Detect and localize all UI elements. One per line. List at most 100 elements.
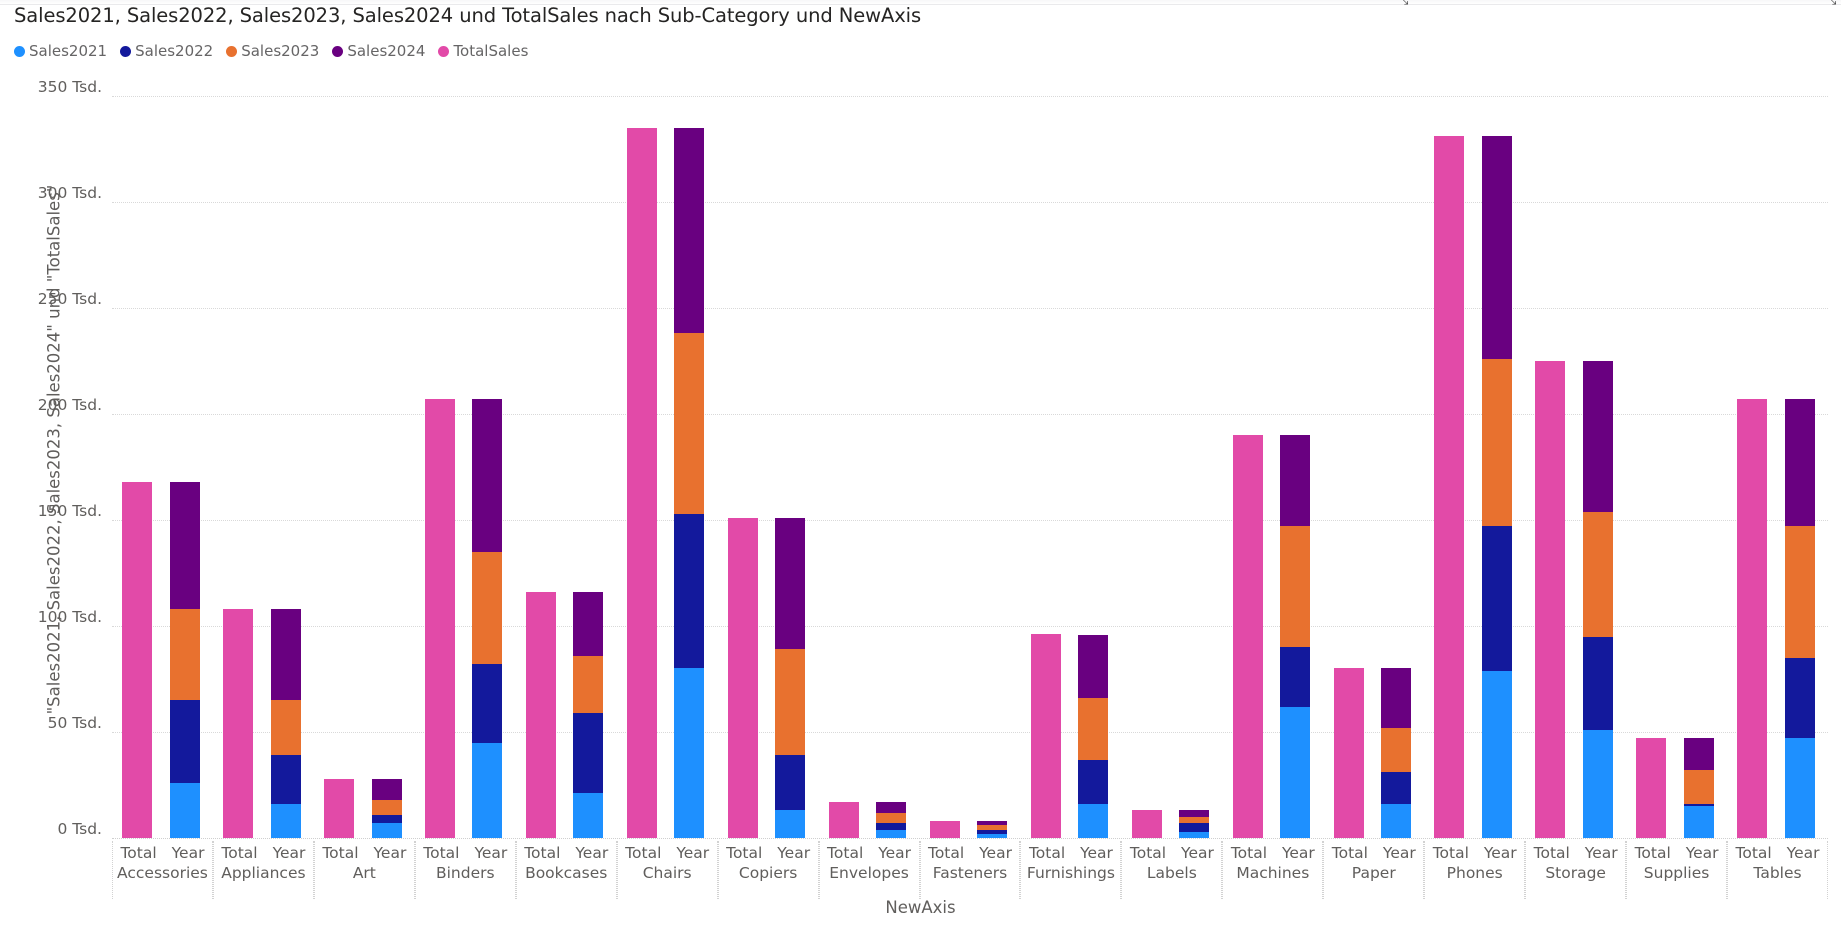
bar-year-envelopes[interactable] <box>876 801 907 838</box>
bar-segment-sales2023[interactable] <box>1179 816 1210 824</box>
bar-segment-sales2022[interactable] <box>876 823 907 830</box>
bar-segment-sales2023[interactable] <box>1582 511 1613 637</box>
bar-segment-sales2024[interactable] <box>371 778 402 800</box>
bar-segment-sales2021[interactable] <box>472 742 503 838</box>
bar-year-machines[interactable] <box>1280 435 1311 838</box>
bar-total-tables[interactable] <box>1737 399 1768 838</box>
bar-segment-sales2024[interactable] <box>1280 435 1311 527</box>
bar-year-paper[interactable] <box>1380 668 1411 838</box>
bar-segment-sales2024[interactable] <box>1784 399 1815 527</box>
bar-segment-sales2024[interactable] <box>1179 810 1210 817</box>
bar-segment-sales2022[interactable] <box>472 664 503 743</box>
bar-segment-sales2023[interactable] <box>573 655 604 713</box>
bar-segment-sales2023[interactable] <box>1078 698 1109 760</box>
bar-total-appliances[interactable] <box>223 609 254 838</box>
bar-year-phones[interactable] <box>1481 136 1512 838</box>
expand-icon-right[interactable]: ⤡ <box>1826 0 1839 7</box>
bar-segment-sales2022[interactable] <box>1481 526 1512 671</box>
bar-segment-sales2022[interactable] <box>1078 759 1109 805</box>
bar-segment-sales2021[interactable] <box>1582 729 1613 838</box>
bar-segment-sales2022[interactable] <box>1582 636 1613 730</box>
bar-segment-sales2023[interactable] <box>472 551 503 665</box>
bar-year-copiers[interactable] <box>775 517 806 838</box>
bar-segment-sales2021[interactable] <box>674 668 705 838</box>
bar-total-accessories[interactable] <box>122 481 153 838</box>
bar-total-fasteners[interactable] <box>929 821 960 838</box>
bar-segment-sales2023[interactable] <box>674 333 705 514</box>
bar-total-art[interactable] <box>324 778 355 838</box>
bar-segment-sales2022[interactable] <box>674 513 705 669</box>
bar-segment-sales2024[interactable] <box>270 609 301 701</box>
legend-item-totalsales[interactable]: TotalSales <box>438 42 528 60</box>
bar-segment-sales2023[interactable] <box>1380 727 1411 773</box>
bar-total-storage[interactable] <box>1535 361 1566 838</box>
bar-segment-sales2022[interactable] <box>169 700 200 783</box>
bar-segment-sales2023[interactable] <box>1481 358 1512 527</box>
legend-item-sales2024[interactable]: Sales2024 <box>332 42 425 60</box>
bar-segment-sales2021[interactable] <box>270 804 301 838</box>
bar-segment-sales2023[interactable] <box>1280 526 1311 648</box>
bar-segment-sales2021[interactable] <box>775 810 806 838</box>
bar-segment-sales2021[interactable] <box>1481 670 1512 838</box>
bar-segment-sales2024[interactable] <box>876 801 907 813</box>
bar-year-labels[interactable] <box>1179 810 1210 838</box>
legend-item-sales2022[interactable]: Sales2022 <box>120 42 213 60</box>
bar-year-storage[interactable] <box>1582 361 1613 838</box>
bar-segment-sales2022[interactable] <box>1380 772 1411 805</box>
bar-segment-sales2023[interactable] <box>169 609 200 701</box>
bar-year-fasteners[interactable] <box>977 821 1008 838</box>
bar-segment-sales2021[interactable] <box>371 823 402 838</box>
bar-segment-sales2023[interactable] <box>876 812 907 824</box>
bar-segment-sales2022[interactable] <box>270 755 301 805</box>
bar-total-envelopes[interactable] <box>828 801 859 838</box>
bar-segment-sales2022[interactable] <box>1784 657 1815 739</box>
bar-segment-sales2024[interactable] <box>1481 136 1512 359</box>
bar-segment-sales2024[interactable] <box>1683 738 1714 771</box>
bar-year-bookcases[interactable] <box>573 592 604 838</box>
bar-total-bookcases[interactable] <box>525 592 556 838</box>
bar-segment-sales2024[interactable] <box>573 592 604 656</box>
legend-item-sales2021[interactable]: Sales2021 <box>14 42 107 60</box>
bar-segment-sales2021[interactable] <box>876 829 907 838</box>
bar-segment-sales2024[interactable] <box>169 481 200 610</box>
bar-segment-sales2022[interactable] <box>775 755 806 811</box>
bar-total-copiers[interactable] <box>727 517 758 838</box>
bar-segment-sales2021[interactable] <box>1683 806 1714 838</box>
bar-segment-sales2024[interactable] <box>1380 668 1411 728</box>
bar-year-appliances[interactable] <box>270 609 301 838</box>
bar-segment-sales2023[interactable] <box>775 649 806 756</box>
bar-year-chairs[interactable] <box>674 127 705 838</box>
bar-segment-sales2022[interactable] <box>573 712 604 794</box>
bar-segment-sales2021[interactable] <box>1078 804 1109 838</box>
bar-total-phones[interactable] <box>1434 136 1465 838</box>
bar-segment-sales2022[interactable] <box>1179 823 1210 832</box>
bar-segment-sales2024[interactable] <box>472 399 503 552</box>
bar-segment-sales2024[interactable] <box>1078 634 1109 699</box>
chart-legend[interactable]: Sales2021 Sales2022 Sales2023 Sales2024 Tota… <box>14 42 528 60</box>
legend-item-sales2023[interactable]: Sales2023 <box>226 42 319 60</box>
bar-segment-sales2021[interactable] <box>1280 706 1311 838</box>
bar-total-supplies[interactable] <box>1636 738 1667 838</box>
bar-segment-sales2021[interactable] <box>1784 738 1815 838</box>
bar-segment-sales2024[interactable] <box>775 517 806 650</box>
bar-total-chairs[interactable] <box>626 127 657 838</box>
bar-total-binders[interactable] <box>425 399 456 838</box>
bar-total-labels[interactable] <box>1131 810 1162 838</box>
bar-segment-sales2022[interactable] <box>977 829 1008 834</box>
bar-segment-sales2021[interactable] <box>573 793 604 838</box>
bar-year-furnishings[interactable] <box>1078 634 1109 838</box>
bar-year-accessories[interactable] <box>169 481 200 838</box>
bar-year-art[interactable] <box>371 778 402 838</box>
bar-segment-sales2021[interactable] <box>1380 804 1411 838</box>
bar-segment-sales2023[interactable] <box>1784 526 1815 658</box>
bar-segment-sales2023[interactable] <box>371 799 402 815</box>
bar-year-supplies[interactable] <box>1683 738 1714 838</box>
bar-segment-sales2023[interactable] <box>1683 770 1714 805</box>
bar-total-furnishings[interactable] <box>1030 634 1061 838</box>
bar-segment-sales2024[interactable] <box>977 821 1008 826</box>
bar-year-binders[interactable] <box>472 399 503 838</box>
bar-segment-sales2024[interactable] <box>1582 361 1613 512</box>
bar-year-tables[interactable] <box>1784 399 1815 838</box>
bar-segment-sales2024[interactable] <box>674 127 705 334</box>
bar-segment-sales2021[interactable] <box>169 782 200 838</box>
